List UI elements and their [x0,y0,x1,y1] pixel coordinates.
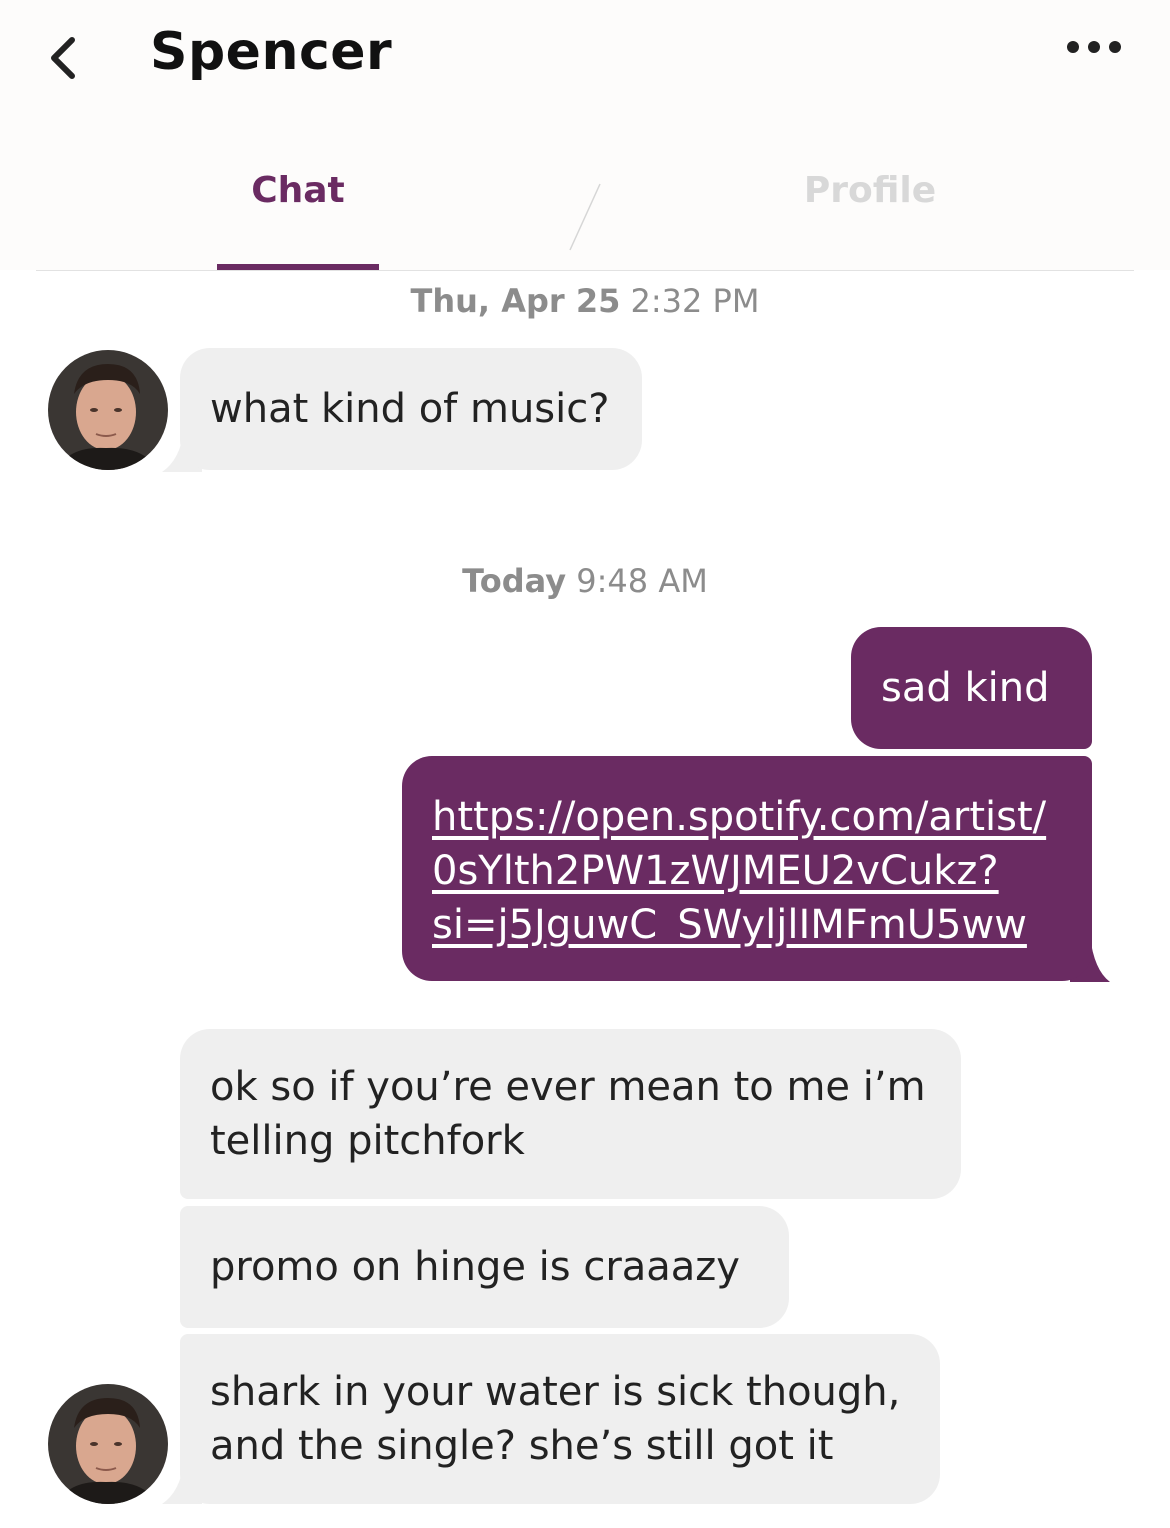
avatar-photo [48,350,168,470]
tab-divider [569,183,601,251]
timestamp-time: 9:48 AM [576,562,708,600]
spotify-link-line[interactable]: si=j5JguwC_SWyljlIMFmU5ww [432,898,1046,952]
spotify-link-line[interactable]: 0sYlth2PW1zWJMEU2vCukz? [432,844,1046,898]
message-text: what kind of music? [210,386,610,432]
spotify-link-line[interactable]: https://open.spotify.com/artist/ [432,790,1046,844]
avatar-photo [48,1384,168,1504]
chevron-left-icon[interactable] [40,30,90,86]
message-incoming[interactable]: promo on hinge is craaazy [180,1206,789,1328]
message-outgoing[interactable]: sad kind [851,627,1092,749]
message-text: shark in your water is sick though, and … [210,1369,901,1469]
avatar[interactable] [48,1384,168,1504]
more-horizontal-icon[interactable] [1064,34,1124,60]
message-text: promo on hinge is craaazy [210,1244,740,1290]
message-text: ok so if you’re ever mean to me i’m tell… [210,1064,926,1164]
message-incoming[interactable]: what kind of music? [180,348,642,470]
timestamp-divider: Today 9:48 AM [0,562,1170,600]
timestamp-time: 2:32 PM [630,282,760,320]
message-incoming[interactable]: shark in your water is sick though, and … [180,1334,940,1504]
tab-profile[interactable]: Profile [790,170,950,211]
chat-header: Spencer Chat Profile [0,0,1170,270]
message-outgoing-link[interactable]: https://open.spotify.com/artist/ 0sYlth2… [402,756,1092,981]
timestamp-day: Thu, Apr 25 [410,282,621,320]
contact-name: Spencer [150,22,393,82]
timestamp-day: Today [462,562,567,600]
tab-chat[interactable]: Chat [217,170,379,211]
timestamp-divider: Thu, Apr 25 2:32 PM [0,282,1170,320]
message-incoming[interactable]: ok so if you’re ever mean to me i’m tell… [180,1029,961,1199]
avatar[interactable] [48,350,168,470]
message-text: sad kind [881,665,1050,711]
header-divider [36,270,1134,271]
